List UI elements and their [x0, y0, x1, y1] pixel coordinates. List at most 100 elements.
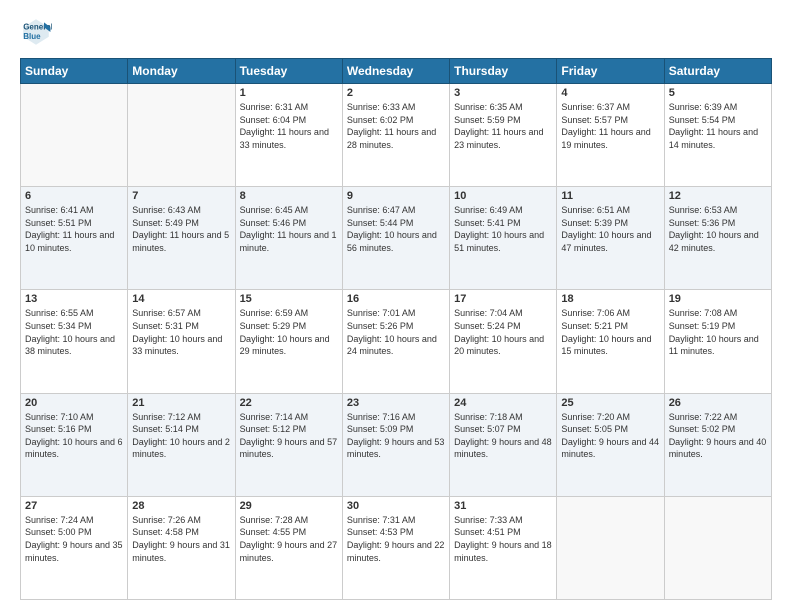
cell-content: Sunrise: 6:59 AMSunset: 5:29 PMDaylight:… [240, 307, 338, 357]
cell-content: Sunrise: 6:51 AMSunset: 5:39 PMDaylight:… [561, 204, 659, 254]
cell-content: Sunrise: 7:12 AMSunset: 5:14 PMDaylight:… [132, 411, 230, 461]
calendar-cell: 25 Sunrise: 7:20 AMSunset: 5:05 PMDayligh… [557, 393, 664, 496]
day-number: 22 [240, 397, 338, 409]
calendar-cell: 11 Sunrise: 6:51 AMSunset: 5:39 PMDayligh… [557, 187, 664, 290]
calendar-cell: 29Sunrise: 7:28 AMSunset: 4:55 PMDayligh… [235, 496, 342, 599]
header-row: SundayMondayTuesdayWednesdayThursdayFrid… [21, 59, 772, 84]
day-number: 21 [132, 397, 230, 409]
calendar-cell: 19 Sunrise: 7:08 AMSunset: 5:19 PMDayligh… [664, 290, 771, 393]
col-header-friday: Friday [557, 59, 664, 84]
svg-text:Blue: Blue [23, 32, 41, 41]
calendar-cell: 20 Sunrise: 7:10 AMSunset: 5:16 PMDayligh… [21, 393, 128, 496]
calendar-cell: 27 Sunrise: 7:24 AMSunset: 5:00 PMDayligh… [21, 496, 128, 599]
calendar-cell: 23 Sunrise: 7:16 AMSunset: 5:09 PMDayligh… [342, 393, 449, 496]
col-header-wednesday: Wednesday [342, 59, 449, 84]
day-number: 18 [561, 293, 659, 305]
calendar-cell: 28 Sunrise: 7:26 AMSunset: 4:58 PMDayligh… [128, 496, 235, 599]
day-number: 13 [25, 293, 123, 305]
calendar-cell: 16 Sunrise: 7:01 AMSunset: 5:26 PMDayligh… [342, 290, 449, 393]
cell-content: Sunrise: 7:10 AMSunset: 5:16 PMDaylight:… [25, 411, 123, 461]
calendar-cell: 12Sunrise: 6:53 AMSunset: 5:36 PMDayligh… [664, 187, 771, 290]
calendar-cell: 14 Sunrise: 6:57 AMSunset: 5:31 PMDayligh… [128, 290, 235, 393]
calendar-cell: 9 Sunrise: 6:47 AMSunset: 5:44 PMDaylight… [342, 187, 449, 290]
cell-content: Sunrise: 7:22 AMSunset: 5:02 PMDaylight:… [669, 411, 767, 461]
col-header-sunday: Sunday [21, 59, 128, 84]
day-number: 3 [454, 87, 552, 99]
logo-icon: General Blue [20, 16, 52, 48]
cell-content: Sunrise: 6:49 AMSunset: 5:41 PMDaylight:… [454, 204, 552, 254]
cell-content: Sunrise: 7:06 AMSunset: 5:21 PMDaylight:… [561, 307, 659, 357]
calendar-cell [21, 84, 128, 187]
calendar-cell: 15 Sunrise: 6:59 AMSunset: 5:29 PMDayligh… [235, 290, 342, 393]
calendar-cell [128, 84, 235, 187]
page: General Blue SundayMondayTuesdayWednesda… [0, 0, 792, 612]
day-number: 8 [240, 190, 338, 202]
day-number: 24 [454, 397, 552, 409]
cell-content: Sunrise: 6:43 AMSunset: 5:49 PMDaylight:… [132, 204, 230, 254]
day-number: 23 [347, 397, 445, 409]
calendar-cell: 18 Sunrise: 7:06 AMSunset: 5:21 PMDayligh… [557, 290, 664, 393]
day-number: 27 [25, 500, 123, 512]
col-header-monday: Monday [128, 59, 235, 84]
calendar-cell: 6Sunrise: 6:41 AMSunset: 5:51 PMDaylight… [21, 187, 128, 290]
cell-content: Sunrise: 7:20 AMSunset: 5:05 PMDaylight:… [561, 411, 659, 461]
calendar-cell: 7 Sunrise: 6:43 AMSunset: 5:49 PMDaylight… [128, 187, 235, 290]
cell-content: Sunrise: 6:57 AMSunset: 5:31 PMDaylight:… [132, 307, 230, 357]
day-number: 28 [132, 500, 230, 512]
calendar-cell: 3 Sunrise: 6:35 AMSunset: 5:59 PMDaylight… [450, 84, 557, 187]
day-number: 11 [561, 190, 659, 202]
day-number: 30 [347, 500, 445, 512]
cell-content: Sunrise: 7:01 AMSunset: 5:26 PMDaylight:… [347, 307, 445, 357]
week-row-2: 6Sunrise: 6:41 AMSunset: 5:51 PMDaylight… [21, 187, 772, 290]
day-number: 9 [347, 190, 445, 202]
calendar-cell: 5Sunrise: 6:39 AMSunset: 5:54 PMDaylight… [664, 84, 771, 187]
calendar-cell: 1 Sunrise: 6:31 AMSunset: 6:04 PMDaylight… [235, 84, 342, 187]
cell-content: Sunrise: 7:16 AMSunset: 5:09 PMDaylight:… [347, 411, 445, 461]
week-row-5: 27 Sunrise: 7:24 AMSunset: 5:00 PMDayligh… [21, 496, 772, 599]
calendar-cell: 22 Sunrise: 7:14 AMSunset: 5:12 PMDayligh… [235, 393, 342, 496]
day-number: 19 [669, 293, 767, 305]
day-number: 26 [669, 397, 767, 409]
cell-content: Sunrise: 6:37 AMSunset: 5:57 PMDaylight:… [561, 101, 659, 151]
day-number: 20 [25, 397, 123, 409]
week-row-3: 13 Sunrise: 6:55 AMSunset: 5:34 PMDayligh… [21, 290, 772, 393]
day-number: 2 [347, 87, 445, 99]
cell-content: Sunrise: 6:55 AMSunset: 5:34 PMDaylight:… [25, 307, 123, 357]
day-number: 29 [240, 500, 338, 512]
col-header-saturday: Saturday [664, 59, 771, 84]
calendar-cell: 2Sunrise: 6:33 AMSunset: 6:02 PMDaylight… [342, 84, 449, 187]
day-number: 16 [347, 293, 445, 305]
col-header-tuesday: Tuesday [235, 59, 342, 84]
header: General Blue [20, 16, 772, 48]
cell-content: Sunrise: 6:41 AMSunset: 5:51 PMDaylight:… [25, 204, 123, 254]
day-number: 7 [132, 190, 230, 202]
day-number: 4 [561, 87, 659, 99]
cell-content: Sunrise: 6:31 AMSunset: 6:04 PMDaylight:… [240, 101, 338, 151]
calendar-cell [557, 496, 664, 599]
week-row-1: 1 Sunrise: 6:31 AMSunset: 6:04 PMDaylight… [21, 84, 772, 187]
calendar-cell: 26 Sunrise: 7:22 AMSunset: 5:02 PMDayligh… [664, 393, 771, 496]
cell-content: Sunrise: 6:35 AMSunset: 5:59 PMDaylight:… [454, 101, 552, 151]
cell-content: Sunrise: 6:53 AMSunset: 5:36 PMDaylight:… [669, 204, 767, 254]
cell-content: Sunrise: 6:45 AMSunset: 5:46 PMDaylight:… [240, 204, 338, 254]
calendar-cell: 10Sunrise: 6:49 AMSunset: 5:41 PMDayligh… [450, 187, 557, 290]
calendar-cell: 17Sunrise: 7:04 AMSunset: 5:24 PMDayligh… [450, 290, 557, 393]
day-number: 31 [454, 500, 552, 512]
cell-content: Sunrise: 7:26 AMSunset: 4:58 PMDaylight:… [132, 514, 230, 564]
day-number: 1 [240, 87, 338, 99]
cell-content: Sunrise: 7:24 AMSunset: 5:00 PMDaylight:… [25, 514, 123, 564]
cell-content: Sunrise: 7:31 AMSunset: 4:53 PMDaylight:… [347, 514, 445, 564]
cell-content: Sunrise: 7:14 AMSunset: 5:12 PMDaylight:… [240, 411, 338, 461]
calendar-cell: 8 Sunrise: 6:45 AMSunset: 5:46 PMDaylight… [235, 187, 342, 290]
week-row-4: 20 Sunrise: 7:10 AMSunset: 5:16 PMDayligh… [21, 393, 772, 496]
calendar-cell: 31Sunrise: 7:33 AMSunset: 4:51 PMDayligh… [450, 496, 557, 599]
day-number: 15 [240, 293, 338, 305]
day-number: 14 [132, 293, 230, 305]
day-number: 25 [561, 397, 659, 409]
calendar-cell [664, 496, 771, 599]
cell-content: Sunrise: 6:47 AMSunset: 5:44 PMDaylight:… [347, 204, 445, 254]
calendar-cell: 21 Sunrise: 7:12 AMSunset: 5:14 PMDayligh… [128, 393, 235, 496]
logo: General Blue [20, 16, 56, 48]
cell-content: Sunrise: 7:08 AMSunset: 5:19 PMDaylight:… [669, 307, 767, 357]
calendar-cell: 30 Sunrise: 7:31 AMSunset: 4:53 PMDayligh… [342, 496, 449, 599]
